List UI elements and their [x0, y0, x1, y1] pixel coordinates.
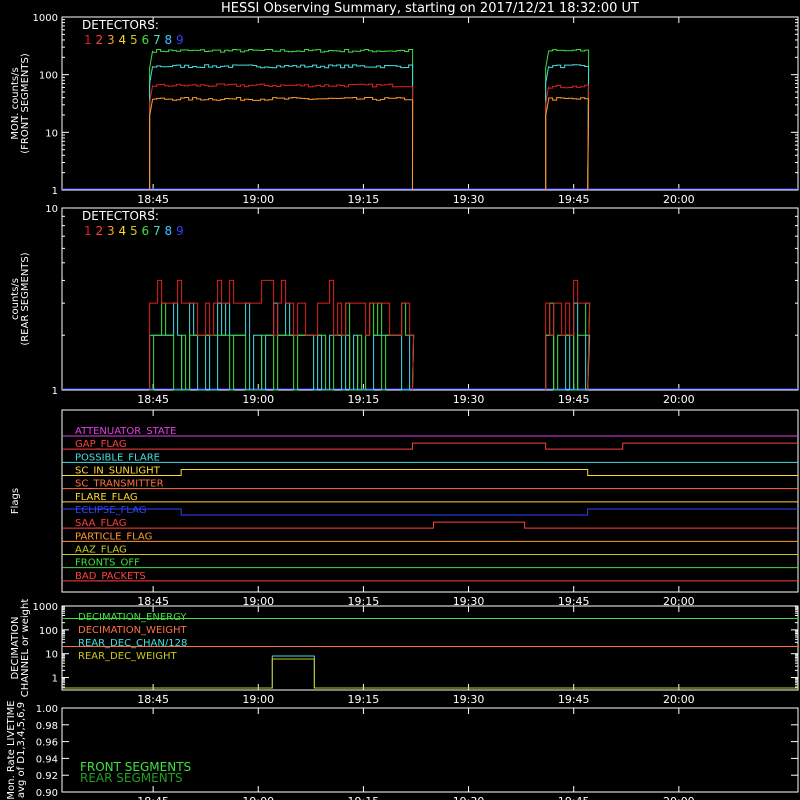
y-tick-label: 0.94 — [36, 754, 58, 765]
x-tick-label: 19:15 — [348, 693, 380, 706]
y-tick-label: 1.00 — [36, 704, 58, 715]
x-tick-label: 19:30 — [453, 193, 485, 206]
x-tick-label: 19:15 — [348, 795, 380, 800]
detector-number-2: 2 — [96, 33, 104, 47]
x-tick-label: 19:45 — [558, 693, 590, 706]
x-tick-label: 19:30 — [453, 393, 485, 406]
flag-label-saa_flag: SAA_FLAG — [75, 518, 126, 529]
detector-number-6: 6 — [142, 33, 150, 47]
y-axis-label: avg of D1,3,4,5,6,9 — [16, 702, 27, 798]
detector-number-1: 1 — [84, 33, 92, 47]
x-tick-label: 18:45 — [137, 393, 169, 406]
flag-label-aaz_flag: AAZ_FLAG — [75, 545, 127, 556]
detector-number-1: 1 — [84, 224, 92, 238]
detector-number-8: 8 — [165, 33, 173, 47]
y-tick-label: 10 — [45, 650, 58, 661]
flag-label-fronts_off: FRONTS_OFF — [75, 558, 140, 569]
y-tick-label: 10 — [45, 128, 58, 139]
y-axis-label: (REAR SEGMENTS) — [20, 252, 31, 345]
y-tick-label: 100 — [39, 71, 58, 82]
detector-number-9: 9 — [176, 33, 184, 47]
x-tick-label: 18:45 — [137, 193, 169, 206]
flag-label-sc_transmitter: SC_TRANSMITTER — [75, 479, 164, 490]
y-tick-label: 1000 — [33, 602, 58, 613]
detectors-header: DETECTORS: — [82, 18, 159, 32]
x-tick-label: 20:00 — [663, 693, 695, 706]
x-tick-label: 18:45 — [137, 795, 169, 800]
flag-label-bad_packets: BAD_PACKETS — [75, 571, 146, 582]
x-tick-label: 20:00 — [663, 393, 695, 406]
detector-number-9: 9 — [176, 224, 184, 238]
detector-number-5: 5 — [130, 33, 138, 47]
x-tick-label: 19:30 — [453, 693, 485, 706]
x-tick-label: 20:00 — [663, 193, 695, 206]
x-tick-label: 19:15 — [348, 193, 380, 206]
y-tick-label: 0.96 — [36, 738, 58, 749]
livetime-legend-2: REAR SEGMENTS — [80, 771, 183, 785]
flag-label-possible_flare: POSSIBLE_FLARE — [75, 452, 160, 463]
detector-number-7: 7 — [153, 224, 161, 238]
x-tick-label: 19:00 — [242, 795, 274, 800]
decimation-legend-4: REAR_DEC_WEIGHT — [78, 651, 177, 662]
detector-number-4: 4 — [119, 33, 127, 47]
y-tick-label: 1000 — [33, 13, 58, 24]
decimation-legend-1: DECIMATION_ENERGY — [78, 612, 187, 623]
x-tick-label: 19:45 — [558, 193, 590, 206]
flag-label-attenuator_state: ATTENUATOR_STATE — [75, 426, 176, 437]
flag-label-eclipse_flag: ECLIPSE_FLAG — [75, 505, 146, 516]
hessi-summary-chart: HESSI Observing Summary, starting on 201… — [0, 0, 800, 800]
x-tick-label: 19:45 — [558, 795, 590, 800]
detector-number-3: 3 — [107, 33, 115, 47]
x-tick-label: 19:15 — [348, 393, 380, 406]
detectors-header: DETECTORS: — [82, 209, 159, 223]
detector-number-5: 5 — [130, 224, 138, 238]
x-tick-label: 19:00 — [242, 193, 274, 206]
x-tick-label: 19:00 — [242, 693, 274, 706]
flag-label-particle_flag: PARTICLE_FLAG — [75, 531, 152, 542]
detector-number-2: 2 — [96, 224, 104, 238]
flag-label-sc_in_sunlight: SC_IN_SUNLIGHT — [75, 466, 161, 477]
y-tick-label: 0.98 — [36, 721, 58, 732]
y-axis-label: (FRONT SEGMENTS) — [20, 53, 31, 154]
x-tick-label: 18:45 — [137, 693, 169, 706]
flag-label-flare_flag: FLARE_FLAG — [75, 492, 138, 503]
detector-number-6: 6 — [142, 224, 150, 238]
decimation-legend-3: REAR_DEC_CHAN/128 — [78, 638, 187, 649]
x-tick-label: 19:30 — [453, 795, 485, 800]
detector-number-4: 4 — [119, 224, 127, 238]
y-axis-label: CHANNEL or weight — [20, 599, 31, 698]
y-tick-label: 1 — [52, 674, 58, 685]
y-tick-label: 10 — [45, 204, 58, 215]
x-tick-label: 20:00 — [663, 795, 695, 800]
y-tick-label: 1 — [52, 186, 58, 197]
y-axis-label: Flags — [10, 488, 21, 514]
y-tick-label: 0.92 — [36, 771, 58, 782]
y-tick-label: 1 — [52, 386, 58, 397]
detector-number-8: 8 — [165, 224, 173, 238]
chart-title: HESSI Observing Summary, starting on 201… — [221, 1, 639, 16]
y-tick-label: 100 — [39, 626, 58, 637]
detector-number-3: 3 — [107, 224, 115, 238]
x-tick-label: 19:45 — [558, 393, 590, 406]
flag-label-gap_flag: GAP_FLAG — [75, 439, 127, 450]
x-tick-label: 19:00 — [242, 393, 274, 406]
y-tick-label: 0.90 — [36, 788, 58, 799]
detector-number-7: 7 — [153, 33, 161, 47]
decimation-legend-2: DECIMATION_WEIGHT — [78, 625, 187, 636]
